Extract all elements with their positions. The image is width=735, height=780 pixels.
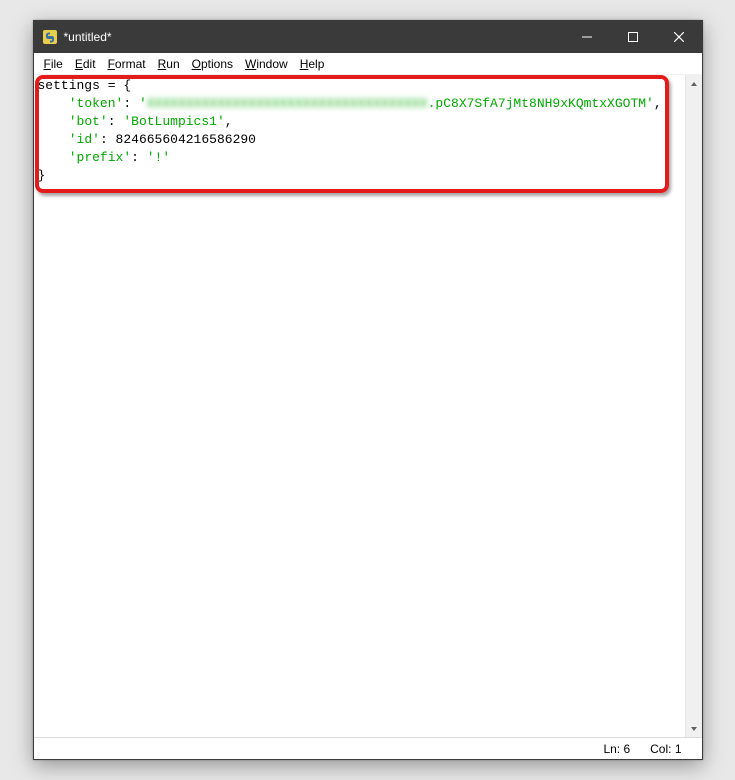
menu-run[interactable]: Run: [152, 55, 186, 73]
scroll-track[interactable]: [686, 92, 702, 720]
python-idle-icon: [42, 29, 58, 45]
vertical-scrollbar[interactable]: [685, 75, 702, 737]
code-text: settings = {: [38, 78, 132, 93]
redacted-token: XXXXXXXXXXXXXXXXXXXXXXXXXXXXXXXXXXXX: [147, 96, 428, 111]
statusbar: Ln: 6 Col: 1: [34, 737, 702, 759]
menubar: File Edit Format Run Options Window Help: [34, 53, 702, 75]
menu-file[interactable]: File: [38, 55, 69, 73]
menu-help[interactable]: Help: [294, 55, 331, 73]
scroll-up-button[interactable]: [686, 75, 702, 92]
status-line: Ln: 6: [593, 742, 640, 756]
menu-format[interactable]: Format: [102, 55, 152, 73]
app-window: *untitled* File Edit Format Run Options …: [33, 20, 703, 760]
status-col: Col: 1: [640, 742, 691, 756]
menu-options[interactable]: Options: [186, 55, 239, 73]
window-title: *untitled*: [64, 30, 564, 44]
minimize-button[interactable]: [564, 21, 610, 53]
close-button[interactable]: [656, 21, 702, 53]
scroll-down-button[interactable]: [686, 720, 702, 737]
editor-area: settings = { 'token': 'XXXXXXXXXXXXXXXXX…: [34, 75, 702, 737]
menu-window[interactable]: Window: [239, 55, 294, 73]
code-editor[interactable]: settings = { 'token': 'XXXXXXXXXXXXXXXXX…: [34, 75, 685, 737]
maximize-button[interactable]: [610, 21, 656, 53]
window-controls: [564, 21, 702, 53]
titlebar[interactable]: *untitled*: [34, 21, 702, 53]
menu-edit[interactable]: Edit: [69, 55, 102, 73]
